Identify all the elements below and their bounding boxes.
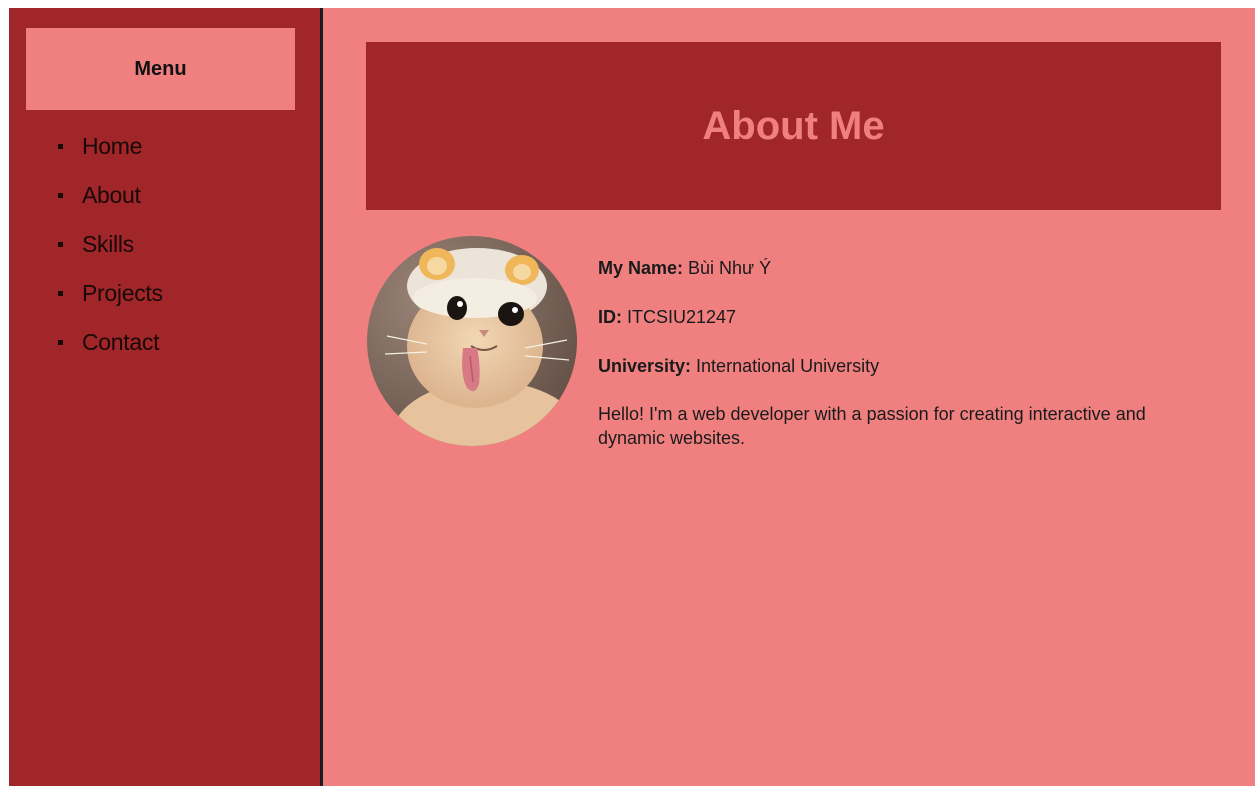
menu-link-skills[interactable]: Skills <box>82 229 134 259</box>
bullet-icon <box>58 242 63 247</box>
id-label: ID: <box>598 307 622 327</box>
bullet-icon <box>58 291 63 296</box>
profile-info: My Name: Bùi Như Ý ID: ITCSIU21247 Unive… <box>598 256 1198 468</box>
sidebar-item-about[interactable]: About <box>9 180 320 229</box>
sidebar-item-projects[interactable]: Projects <box>9 278 320 327</box>
id-value: ITCSIU21247 <box>622 307 737 327</box>
sidebar-item-home[interactable]: Home <box>9 131 320 180</box>
name-label: My Name: <box>598 258 684 278</box>
avatar <box>367 236 577 446</box>
sidebar-item-skills[interactable]: Skills <box>9 229 320 278</box>
menu-link-home[interactable]: Home <box>82 131 142 161</box>
university-label: University: <box>598 356 692 376</box>
university-value: International University <box>691 356 880 376</box>
bullet-icon <box>58 144 63 149</box>
page-title: About Me <box>702 103 885 148</box>
menu-title: Menu <box>134 57 187 80</box>
university-row: University: International University <box>598 354 1198 378</box>
cat-photo-icon <box>367 236 577 446</box>
bullet-icon <box>58 340 63 345</box>
menu-link-about[interactable]: About <box>82 180 141 210</box>
menu-list: Home About Skills Projects Contact <box>9 131 320 376</box>
menu-header: Menu <box>26 28 295 110</box>
bullet-icon <box>58 193 63 198</box>
name-value: Bùi Như Ý <box>683 258 772 278</box>
page: Menu Home About Skills Projects Contact <box>0 0 1255 786</box>
sidebar: Menu Home About Skills Projects Contact <box>9 8 320 786</box>
sidebar-item-contact[interactable]: Contact <box>9 327 320 376</box>
id-row: ID: ITCSIU21247 <box>598 305 1198 329</box>
bio-text: Hello! I'm a web developer with a passio… <box>598 404 1146 448</box>
menu-link-contact[interactable]: Contact <box>82 327 159 357</box>
menu-link-projects[interactable]: Projects <box>82 278 163 308</box>
page-banner: About Me <box>366 42 1221 210</box>
name-row: My Name: Bùi Như Ý <box>598 256 1198 280</box>
main-content: About Me My Name: Bùi Như Ý ID: ITCSIU21… <box>323 8 1255 786</box>
